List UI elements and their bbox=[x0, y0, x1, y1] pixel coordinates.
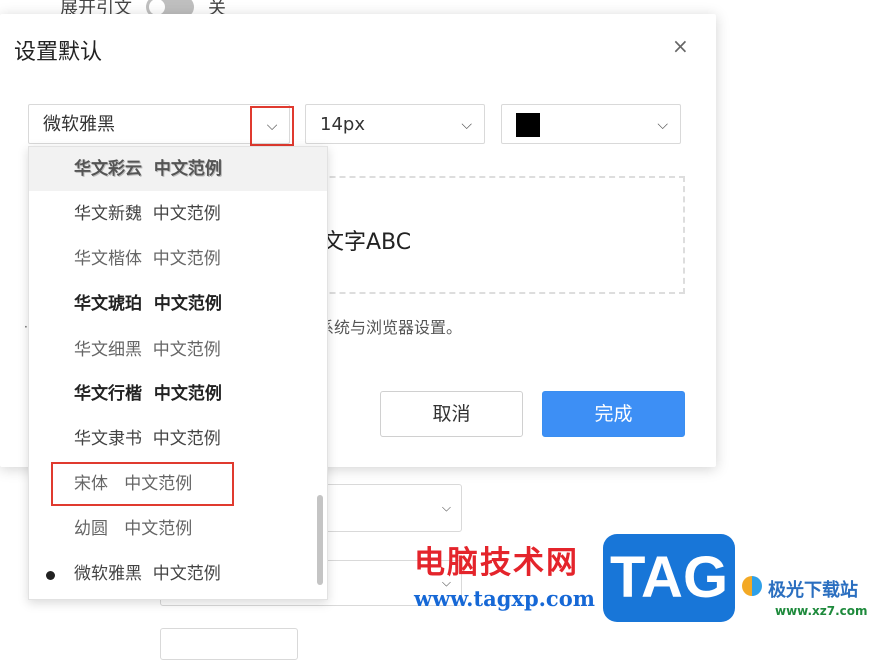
font-option[interactable]: 华文新魏 中文范例 bbox=[29, 192, 327, 236]
selected-dot-icon bbox=[46, 571, 55, 580]
font-option[interactable]: 华文彩云 中文范例 bbox=[29, 147, 327, 191]
font-option-selected[interactable]: 微软雅黑 中文范例 bbox=[29, 552, 327, 596]
songti-highlight-box bbox=[51, 462, 234, 506]
font-size-value: 14px bbox=[320, 114, 365, 135]
aurora-site-name: 极光下载站 bbox=[768, 580, 858, 601]
font-dropdown-toggle[interactable]: ⌵ bbox=[250, 106, 294, 146]
chevron-down-icon: ⌵ bbox=[441, 500, 451, 515]
font-option[interactable]: 幼圆 中文范例 bbox=[29, 507, 327, 551]
tag-logo: TAG bbox=[603, 534, 735, 622]
chevron-down-icon: ⌵ bbox=[657, 117, 668, 133]
hint-text: 系统与浏览器设置。 bbox=[318, 318, 463, 337]
dropdown-scrollbar[interactable] bbox=[317, 495, 323, 585]
font-dropdown-list[interactable]: 华文彩云 中文范例 华文新魏 中文范例 华文楷体 中文范例 华文琥珀 中文范例 … bbox=[28, 146, 328, 600]
confirm-button[interactable]: 完成 bbox=[542, 391, 685, 437]
cancel-button[interactable]: 取消 bbox=[380, 391, 523, 437]
font-size-select[interactable]: 14px ⌵ bbox=[305, 104, 485, 144]
watermark-site-name: 电脑技术网 bbox=[414, 545, 579, 581]
watermark-url: www.tagxp.com bbox=[414, 586, 595, 611]
font-option[interactable]: 华文行楷 中文范例 bbox=[29, 372, 327, 416]
dialog-title: 设置默认 bbox=[14, 40, 103, 65]
font-option[interactable]: 华文琥珀 中文范例 bbox=[29, 282, 327, 326]
close-icon[interactable]: × bbox=[672, 34, 689, 58]
aurora-logo-icon bbox=[742, 576, 762, 596]
chevron-down-icon: ⌵ bbox=[461, 117, 472, 133]
color-swatch bbox=[516, 113, 540, 137]
font-option[interactable]: 华文细黑 中文范例 bbox=[29, 328, 327, 372]
font-color-select[interactable]: ⌵ bbox=[501, 104, 681, 144]
aurora-site-url: www.xz7.com bbox=[775, 604, 868, 618]
font-option[interactable]: 华文楷体 中文范例 bbox=[29, 237, 327, 281]
chevron-down-icon: ⌵ bbox=[266, 118, 278, 134]
font-option[interactable]: 华文隶书 中文范例 bbox=[29, 417, 327, 461]
preview-text: 文字ABC bbox=[322, 230, 412, 255]
font-family-value: 微软雅黑 bbox=[43, 114, 115, 135]
background-select-3[interactable] bbox=[160, 628, 298, 660]
